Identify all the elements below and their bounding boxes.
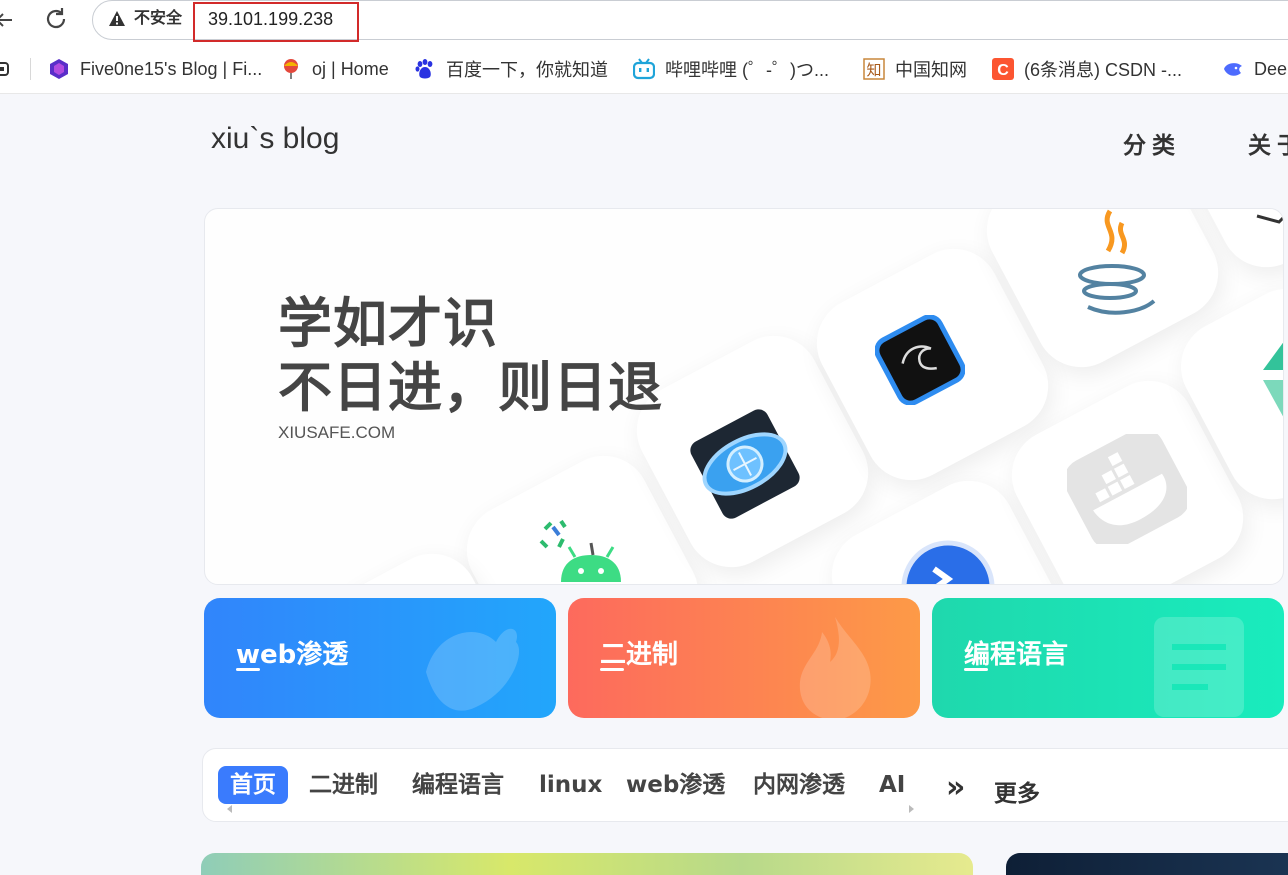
tab-web-pentest[interactable]: web渗透 (626, 766, 725, 804)
hero-banner: 学如才识 不日进，则日退 XIUSAFE.COM (204, 208, 1284, 585)
hexagon-logo-icon (48, 58, 70, 80)
nav-about[interactable]: 关于 (1248, 126, 1288, 160)
more-arrows-icon[interactable]: » (946, 773, 965, 803)
apps-icon (0, 58, 16, 80)
bookmarks-divider (30, 58, 31, 80)
csdn-logo-icon: C (992, 58, 1014, 80)
post-thumbnail[interactable] (201, 853, 973, 875)
category-tab-bar: 首页 二进制 编程语言 linux web渗透 内网渗透 AI » 更多 (202, 748, 1288, 822)
category-card-binary[interactable]: 二进制 (568, 598, 920, 718)
bookmark-label: (6条消息) CSDN -... (1024, 60, 1183, 80)
bird-icon (406, 612, 526, 718)
bookmark-deepseek[interactable]: Dee (1222, 56, 1287, 82)
dark-app-icon (1255, 209, 1283, 228)
balloon-logo-icon (280, 58, 302, 80)
url-text[interactable]: 39.101.199.238 (208, 7, 333, 31)
java-icon (1070, 209, 1160, 328)
tab-ai[interactable]: AI (879, 766, 905, 804)
tab-intranet-pentest[interactable]: 内网渗透 (753, 766, 845, 804)
security-status-label[interactable]: 不安全 (134, 7, 182, 31)
category-label: 二进制 (600, 640, 679, 670)
bookmark-baidu[interactable]: 百度一下，你就知道 (414, 56, 608, 82)
bookmark-csdn[interactable]: C (6条消息) CSDN -... (992, 56, 1182, 82)
cnki-logo-icon: 知 (863, 58, 885, 80)
bookmark-label: Dee (1254, 58, 1288, 79)
bookmark-bilibili[interactable]: 哔哩哔哩 (゜-゜)つ... (632, 56, 829, 82)
category-card-programming[interactable]: 编程语言 (932, 598, 1284, 718)
vpn-shield-icon (900, 539, 996, 584)
document-icon (1144, 612, 1254, 718)
svg-text:知: 知 (866, 61, 881, 79)
bookmark-cnki[interactable]: 知 中国知网 (863, 56, 967, 82)
category-underline (964, 668, 988, 671)
nav-categories[interactable]: 分类 (1123, 126, 1181, 160)
site-title[interactable]: xiu`s blog (211, 122, 339, 156)
bookmark-oj[interactable]: oj | Home (280, 56, 389, 82)
category-card-web[interactable]: web渗透 (204, 598, 556, 718)
browser-toolbar: 不安全 39.101.199.238 (0, 0, 1288, 44)
post-thumbnail[interactable] (1006, 853, 1288, 875)
docker-icon (1064, 428, 1190, 550)
flame-icon (780, 612, 890, 718)
android-icon (535, 517, 635, 584)
category-underline (236, 668, 260, 671)
bookmark-label: 百度一下，你就知道 (446, 60, 608, 80)
scroll-left-icon[interactable] (227, 805, 232, 813)
bookmark-label: 中国知网 (895, 60, 967, 80)
bookmark-label: Five0ne15's Blog | Fi... (80, 58, 263, 79)
category-label: web渗透 (236, 640, 349, 670)
hero-heading-line2: 不日进，则日退 (278, 356, 663, 419)
back-arrow-icon[interactable] (0, 8, 16, 32)
bookmarks-bar: Five0ne15's Blog | Fi... oj | Home 百度一下，… (0, 44, 1288, 94)
bilibili-tv-icon (632, 58, 656, 80)
teal-app-icon (1253, 334, 1283, 428)
baidu-paw-icon (414, 58, 436, 80)
hero-subtitle: XIUSAFE.COM (278, 423, 396, 442)
reload-icon[interactable] (42, 5, 70, 33)
tab-linux[interactable]: linux (539, 766, 602, 804)
tab-binary[interactable]: 二进制 (309, 766, 378, 804)
warning-triangle-icon[interactable] (108, 10, 126, 28)
eye-scanner-icon (690, 409, 800, 523)
svg-text:C: C (997, 62, 1009, 79)
bookmark-label: 哔哩哔哩 (゜-゜)つ... (665, 60, 829, 80)
scroll-right-icon[interactable] (909, 805, 914, 813)
bookmark-label: oj | Home (312, 58, 389, 79)
bookmark-apps[interactable] (0, 56, 26, 82)
category-underline (600, 668, 624, 671)
kali-linux-icon (874, 314, 966, 409)
category-label: 编程语言 (964, 640, 1069, 670)
tab-home[interactable]: 首页 (218, 766, 288, 804)
more-button[interactable]: 更多 (994, 774, 1040, 808)
deepseek-whale-icon (1222, 58, 1244, 80)
tab-programming[interactable]: 编程语言 (412, 766, 504, 804)
bookmark-five0ne15[interactable]: Five0ne15's Blog | Fi... (48, 56, 262, 82)
